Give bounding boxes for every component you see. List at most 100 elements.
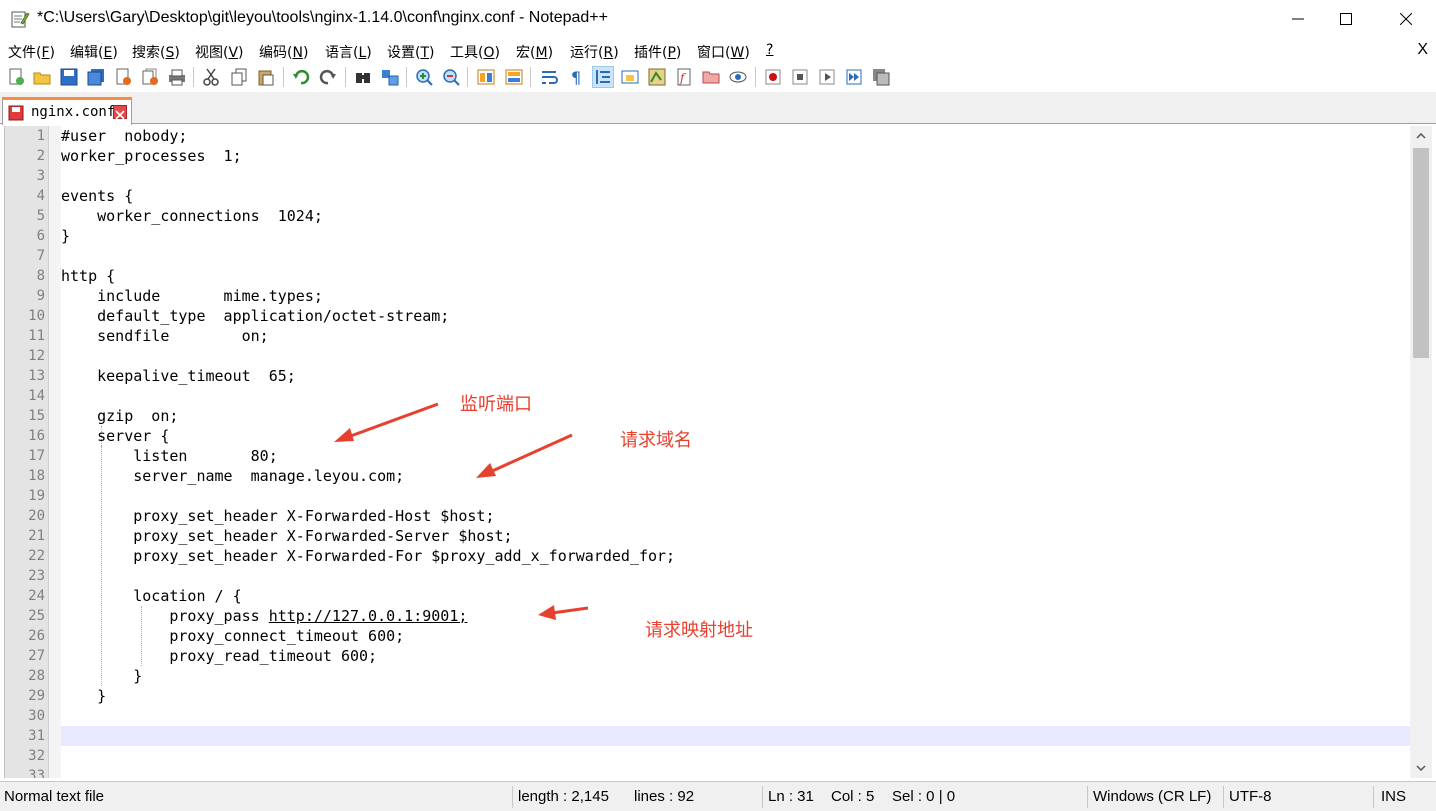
vertical-scrollbar[interactable] (1410, 126, 1432, 778)
menu-settings[interactable]: 设置(T) (387, 42, 435, 62)
open-file-button[interactable] (31, 66, 53, 88)
close-all-button[interactable] (139, 66, 161, 88)
scroll-up-button[interactable] (1410, 126, 1432, 146)
code-line[interactable]: 12 (28, 346, 1411, 366)
menu-plugins[interactable]: 插件(P) (634, 42, 681, 62)
code-line[interactable]: 9 include mime.types; (37, 286, 1411, 306)
print-button[interactable] (166, 66, 188, 88)
status-eol: Windows (CR LF) (1093, 788, 1212, 805)
code-text-segment: proxy_set_header X-Forwarded-For $proxy_… (61, 547, 676, 565)
code-line[interactable]: 13 keepalive_timeout 65; (28, 366, 1411, 386)
paste-button[interactable] (255, 66, 277, 88)
folder-workspace-button[interactable] (700, 66, 722, 88)
line-number: 6 (36, 228, 45, 244)
copy-button[interactable] (228, 66, 250, 88)
editor[interactable]: 1 #user nobody; 2 worker_processes 1; 3 4 even… (4, 126, 1432, 778)
code-line[interactable]: 27 proxy_read_timeout 600; (28, 646, 1411, 666)
code-line[interactable]: 18 server_name manage.leyou.com; (28, 466, 1411, 486)
code-line[interactable]: 23 (28, 566, 1411, 586)
code-line[interactable]: 29 } (28, 686, 1411, 706)
maximize-button[interactable] (1318, 0, 1374, 38)
play-icon (819, 69, 835, 85)
copy-icon (231, 68, 247, 86)
word-wrap-button[interactable] (538, 66, 560, 88)
menu-search[interactable]: 搜索(S) (132, 42, 180, 62)
close-file-button[interactable] (112, 66, 134, 88)
menu-help[interactable]: ? (766, 42, 773, 58)
menu-file[interactable]: 文件(F) (8, 42, 55, 62)
new-file-button[interactable] (5, 66, 27, 88)
save-all-button[interactable] (85, 66, 107, 88)
chevron-up-icon (1416, 133, 1426, 139)
menu-tools[interactable]: 工具(O) (450, 42, 500, 62)
sync-horizontal-button[interactable] (503, 66, 525, 88)
fold-margin[interactable] (49, 126, 61, 778)
code-text-segment: proxy_connect_timeout 600; (61, 627, 405, 645)
code-line[interactable]: 11 sendfile on; (28, 326, 1411, 346)
redo-button[interactable] (317, 66, 339, 88)
menu-encoding[interactable]: 编码(N) (259, 42, 308, 62)
menu-window[interactable]: 窗口(W) (697, 42, 750, 62)
code-line[interactable]: 3 (37, 166, 1411, 186)
code-area[interactable]: 1 #user nobody; 2 worker_processes 1; 3 4 even… (28, 126, 1411, 778)
line-number: 14 (28, 388, 45, 404)
menu-view[interactable]: 视图(V) (195, 42, 244, 62)
code-line[interactable]: 33 (28, 766, 1411, 778)
code-text-segment: proxy_pass (61, 607, 269, 625)
code-line[interactable]: 32 (28, 746, 1411, 766)
macro-stop-button[interactable] (789, 66, 811, 88)
code-line[interactable]: 30 (28, 706, 1411, 726)
code-line[interactable]: 7 (37, 246, 1411, 266)
code-line[interactable]: 15 gzip on; (28, 406, 1411, 426)
tab-close-button[interactable] (113, 105, 127, 120)
tab-nginx-conf[interactable]: nginx.conf (2, 97, 132, 125)
code-line[interactable]: 1 #user nobody; (37, 126, 1411, 146)
code-line[interactable]: 2 worker_processes 1; (37, 146, 1411, 166)
line-number: 7 (36, 248, 45, 264)
show-all-chars-button[interactable]: ¶ (565, 66, 587, 88)
macro-record-button[interactable] (762, 66, 784, 88)
sync-vertical-button[interactable] (475, 66, 497, 88)
function-list-button[interactable]: f (673, 66, 695, 88)
scroll-down-button[interactable] (1410, 758, 1432, 778)
zoom-out-button[interactable] (440, 66, 462, 88)
word-wrap-icon (542, 71, 558, 84)
user-define-lang-button[interactable] (619, 66, 641, 88)
close-document-button[interactable]: X (1417, 41, 1428, 59)
cut-button[interactable] (200, 66, 222, 88)
menu-macro[interactable]: 宏(M) (516, 42, 553, 62)
undo-button[interactable] (290, 66, 312, 88)
code-line[interactable]: 28 } (28, 666, 1411, 686)
code-line[interactable]: 24 location / { (28, 586, 1411, 606)
code-line[interactable]: 10 default_type application/octet-stream… (28, 306, 1411, 326)
replace-button[interactable] (379, 66, 401, 88)
doc-map-button[interactable] (646, 66, 668, 88)
code-line[interactable]: 21 proxy_set_header X-Forwarded-Server $… (28, 526, 1411, 546)
code-line[interactable]: 8 http { (37, 266, 1411, 286)
menu-language[interactable]: 语言(L) (325, 42, 372, 62)
save-button[interactable] (58, 66, 80, 88)
find-button[interactable] (352, 66, 374, 88)
code-line[interactable]: 16 server { (28, 426, 1411, 446)
macro-save-button[interactable] (870, 66, 892, 88)
macro-run-multiple-button[interactable] (843, 66, 865, 88)
code-line[interactable]: 5 worker_connections 1024; (37, 206, 1411, 226)
macro-play-button[interactable] (816, 66, 838, 88)
code-line[interactable]: 22 proxy_set_header X-Forwarded-For $pro… (28, 546, 1411, 566)
code-line[interactable]: 4 events { (37, 186, 1411, 206)
monitoring-button[interactable] (727, 66, 749, 88)
code-line[interactable]: 6} (37, 226, 1411, 246)
zoom-in-button[interactable] (413, 66, 435, 88)
code-url[interactable]: http://127.0.0.1:9001; (269, 607, 468, 625)
menu-run[interactable]: 运行(R) (570, 42, 619, 62)
code-line[interactable]: 20 proxy_set_header X-Forwarded-Host $ho… (28, 506, 1411, 526)
code-line[interactable]: 17 listen 80; (28, 446, 1411, 466)
zoom-out-icon (443, 69, 460, 86)
indent-guide-button[interactable] (592, 66, 614, 88)
scroll-thumb[interactable] (1413, 148, 1429, 358)
code-line[interactable]: 14 (28, 386, 1411, 406)
code-line[interactable]: 31 (28, 726, 1411, 746)
menu-edit[interactable]: 编辑(E) (70, 42, 118, 62)
code-line[interactable]: 19 (28, 486, 1411, 506)
close-window-button[interactable] (1378, 0, 1434, 38)
